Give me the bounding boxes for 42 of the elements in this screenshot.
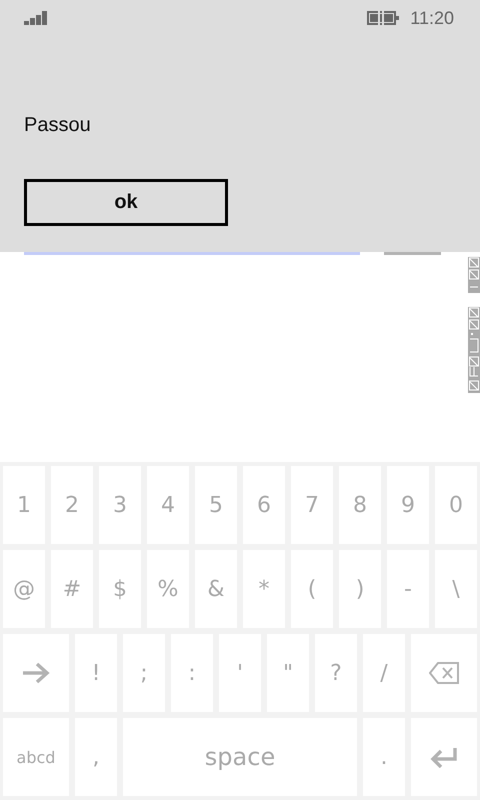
key[interactable]: abcd [3, 718, 69, 796]
key[interactable]: ( [291, 550, 333, 628]
key[interactable]: 6 [243, 466, 285, 544]
key[interactable]: , [75, 718, 117, 796]
key[interactable]: - [387, 550, 429, 628]
tab-key[interactable] [3, 634, 69, 712]
key[interactable]: ? [315, 634, 357, 712]
key[interactable]: 9 [387, 466, 429, 544]
enter-icon [430, 746, 458, 768]
arrow-right-icon [21, 661, 51, 685]
clock-time: 11:20 [410, 8, 454, 28]
key[interactable]: ! [75, 634, 117, 712]
backspace-icon [429, 662, 459, 684]
key[interactable]: \ [435, 550, 477, 628]
key[interactable]: 7 [291, 466, 333, 544]
ok-button[interactable]: ok [24, 179, 228, 226]
key[interactable]: 1 [3, 466, 45, 544]
backspace-key[interactable] [411, 634, 477, 712]
key[interactable]: . [363, 718, 405, 796]
space-key[interactable]: space [123, 718, 357, 796]
key[interactable]: 2 [51, 466, 93, 544]
key[interactable]: ) [339, 550, 381, 628]
key[interactable]: % [147, 550, 189, 628]
key[interactable]: 3 [99, 466, 141, 544]
key[interactable]: * [243, 550, 285, 628]
key[interactable]: : [171, 634, 213, 712]
key[interactable]: # [51, 550, 93, 628]
key[interactable]: $ [99, 550, 141, 628]
key[interactable]: ' [219, 634, 261, 712]
key[interactable]: ; [123, 634, 165, 712]
dialog-message: Passou [24, 114, 92, 137]
key[interactable]: @ [3, 550, 45, 628]
enter-key[interactable] [411, 718, 477, 796]
key[interactable]: 5 [195, 466, 237, 544]
key[interactable]: / [363, 634, 405, 712]
key[interactable]: " [267, 634, 309, 712]
key[interactable]: 8 [339, 466, 381, 544]
key[interactable]: 0 [435, 466, 477, 544]
button-edge [384, 252, 441, 256]
key[interactable]: 4 [147, 466, 189, 544]
battery-charging-icon [367, 11, 400, 25]
key[interactable]: & [195, 550, 237, 628]
